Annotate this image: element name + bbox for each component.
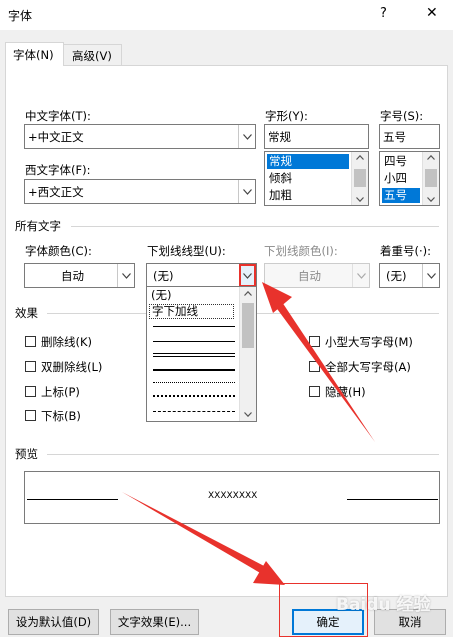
annotation-arrowhead-up [262, 282, 292, 313]
annotation-arrows [122, 282, 375, 585]
annotation-arrow-up [275, 302, 375, 442]
annotation-arrow-down [122, 492, 266, 574]
